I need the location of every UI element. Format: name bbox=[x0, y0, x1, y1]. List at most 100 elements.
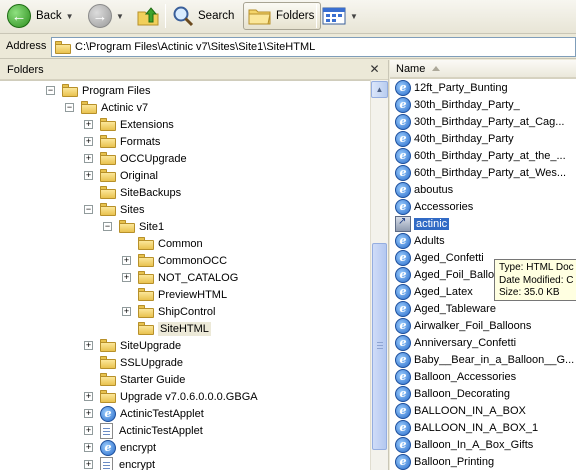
tree-node[interactable]: Starter Guide bbox=[100, 371, 185, 388]
tree-node[interactable]: + CommonOCC bbox=[122, 252, 227, 269]
file-list-item[interactable]: e Adults bbox=[395, 232, 445, 249]
folder-tree-scrollbar[interactable]: ▲ bbox=[370, 80, 388, 470]
file-name: Anniversary_Confetti bbox=[414, 336, 517, 349]
file-list-item[interactable]: e Balloon_Printing bbox=[395, 453, 494, 470]
tree-node-label: ShipControl bbox=[158, 305, 216, 318]
collapse-icon[interactable]: − bbox=[84, 205, 93, 214]
name-column-header[interactable]: Name bbox=[390, 60, 576, 79]
scroll-up-icon[interactable]: ▲ bbox=[371, 81, 388, 98]
file-name: BALLOON_IN_A_BOX bbox=[414, 404, 526, 417]
folder-icon bbox=[100, 169, 116, 182]
file-list-item[interactable]: e Aged_Foil_Balloo bbox=[395, 266, 500, 283]
tree-node[interactable]: + encrypt bbox=[84, 456, 156, 470]
file-list-item[interactable]: e Accessories bbox=[395, 198, 473, 215]
file-list-item[interactable]: e Anniversary_Confetti bbox=[395, 334, 516, 351]
collapse-icon[interactable]: − bbox=[65, 103, 74, 112]
forward-dropdown-icon[interactable]: ▼ bbox=[116, 12, 124, 21]
tree-node[interactable]: − Site1 bbox=[103, 218, 164, 235]
tree-node[interactable]: − Sites bbox=[84, 201, 144, 218]
tree-node-label: Program Files bbox=[82, 84, 151, 97]
close-icon[interactable]: ✕ bbox=[367, 62, 382, 77]
expand-icon[interactable]: + bbox=[84, 460, 93, 469]
html-document-icon: e bbox=[395, 164, 411, 181]
tree-node[interactable]: + ShipControl bbox=[122, 303, 216, 320]
tree-node[interactable]: SSLUpgrade bbox=[100, 354, 183, 371]
tree-node-label: Extensions bbox=[120, 118, 174, 131]
expand-icon[interactable]: + bbox=[84, 120, 93, 129]
scrollbar-thumb[interactable] bbox=[372, 243, 387, 450]
file-list-item[interactable]: e Aged_Tableware bbox=[395, 300, 496, 317]
tree-node[interactable]: − Program Files bbox=[46, 82, 151, 99]
file-list-item[interactable]: e 40th_Birthday_Party bbox=[395, 130, 514, 147]
search-button[interactable]: Search bbox=[172, 2, 234, 30]
tree-node[interactable]: PreviewHTML bbox=[138, 286, 227, 303]
up-folder-button[interactable] bbox=[136, 2, 160, 30]
views-dropdown-icon[interactable]: ▼ bbox=[350, 12, 358, 21]
expand-icon[interactable]: + bbox=[84, 426, 93, 435]
tree-node[interactable]: + SiteUpgrade bbox=[84, 337, 181, 354]
expand-icon[interactable]: + bbox=[122, 273, 131, 282]
tree-node-label: encrypt bbox=[120, 441, 157, 454]
tree-node[interactable]: + ActinicTestApplet bbox=[84, 422, 203, 439]
tree-node[interactable]: + Extensions bbox=[84, 116, 174, 133]
html-document-icon: e bbox=[395, 181, 411, 198]
folders-button[interactable]: Folders bbox=[243, 2, 322, 30]
html-document-icon: e bbox=[395, 79, 411, 96]
html-document-icon: e bbox=[395, 283, 411, 300]
file-list-item[interactable]: e 60th_Birthday_Party_at_Wes... bbox=[395, 164, 566, 181]
tree-node[interactable]: + Formats bbox=[84, 133, 160, 150]
file-list-item[interactable]: e Baby__Bear_in_a_Balloon__G... bbox=[395, 351, 574, 368]
address-field[interactable]: C:\Program Files\Actinic v7\Sites\Site1\… bbox=[51, 37, 576, 57]
collapse-icon[interactable]: − bbox=[103, 222, 112, 231]
tooltip-type: Type: HTML Doc bbox=[499, 262, 574, 273]
file-list-item[interactable]: e Balloon_In_A_Box_Gifts bbox=[395, 436, 533, 453]
tree-node[interactable]: SiteBackups bbox=[100, 184, 181, 201]
forward-button[interactable]: → ▼ bbox=[88, 2, 124, 30]
file-list-item[interactable]: e BALLOON_IN_A_BOX_1 bbox=[395, 419, 538, 436]
back-button[interactable]: ← Back ▼ bbox=[7, 2, 74, 30]
tree-node[interactable]: + e ActinicTestApplet bbox=[84, 405, 204, 422]
html-document-icon: e bbox=[395, 317, 411, 334]
views-button[interactable]: ▼ bbox=[322, 2, 358, 30]
tree-node[interactable]: + OCCUpgrade bbox=[84, 150, 187, 167]
file-list-item[interactable]: e Balloon_Accessories bbox=[395, 368, 516, 385]
tree-node[interactable]: + NOT_CATALOG bbox=[122, 269, 238, 286]
tree-node[interactable]: + Upgrade v7.0.6.0.0.0.GBGA bbox=[84, 388, 258, 405]
file-list-item[interactable]: e aboutus bbox=[395, 181, 453, 198]
expand-icon[interactable]: + bbox=[84, 137, 93, 146]
tree-node[interactable]: − Actinic v7 bbox=[65, 99, 148, 116]
address-path: C:\Program Files\Actinic v7\Sites\Site1\… bbox=[75, 41, 316, 53]
expand-icon[interactable]: + bbox=[84, 443, 93, 452]
file-list-item[interactable]: e Aged_Confetti bbox=[395, 249, 484, 266]
expand-icon[interactable]: + bbox=[122, 307, 131, 316]
tree-node[interactable]: + Original bbox=[84, 167, 158, 184]
file-list-item[interactable]: e Airwalker_Foil_Balloons bbox=[395, 317, 531, 334]
file-list-item[interactable]: e BALLOON_IN_A_BOX bbox=[395, 402, 526, 419]
tree-node-label: encrypt bbox=[119, 458, 156, 470]
tree-node-label: SSLUpgrade bbox=[120, 356, 183, 369]
html-document-icon: e bbox=[395, 266, 411, 283]
file-list-item[interactable]: e 12ft_Party_Bunting bbox=[395, 79, 508, 96]
expand-icon[interactable]: + bbox=[84, 341, 93, 350]
folder-icon bbox=[138, 254, 154, 267]
expand-icon[interactable]: + bbox=[122, 256, 131, 265]
file-list-item[interactable]: e 30th_Birthday_Party_ bbox=[395, 96, 520, 113]
back-dropdown-icon[interactable]: ▼ bbox=[66, 12, 74, 21]
toolbar-separator bbox=[316, 4, 317, 28]
file-list-item[interactable]: e 60th_Birthday_Party_at_the_... bbox=[395, 147, 566, 164]
expand-icon[interactable]: + bbox=[84, 171, 93, 180]
collapse-icon[interactable]: − bbox=[46, 86, 55, 95]
file-list-item[interactable]: e Balloon_Decorating bbox=[395, 385, 510, 402]
file-list-item[interactable]: e 30th_Birthday_Party_at_Cag... bbox=[395, 113, 564, 130]
tree-node[interactable]: SiteHTML bbox=[138, 320, 211, 337]
file-icon bbox=[100, 456, 113, 470]
views-icon bbox=[322, 7, 346, 25]
expand-icon[interactable]: + bbox=[84, 392, 93, 401]
html-document-icon: e bbox=[395, 385, 411, 402]
file-list-item[interactable]: actinic bbox=[395, 215, 450, 232]
tree-node[interactable]: + e encrypt bbox=[84, 439, 157, 456]
expand-icon[interactable]: + bbox=[84, 154, 93, 163]
tree-node[interactable]: Common bbox=[138, 235, 203, 252]
expand-icon[interactable]: + bbox=[84, 409, 93, 418]
file-list-item[interactable]: e Aged_Latex bbox=[395, 283, 473, 300]
